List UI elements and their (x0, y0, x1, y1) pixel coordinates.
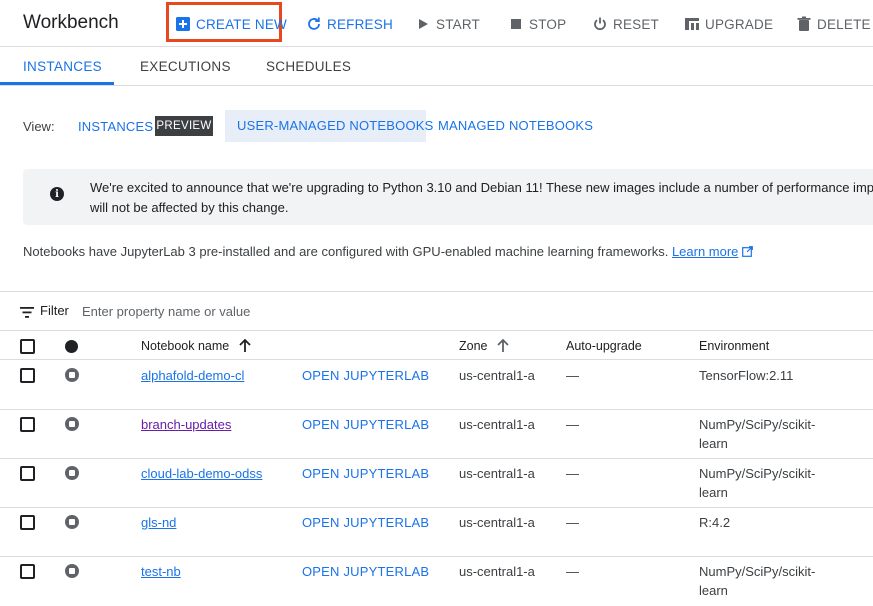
delete-label: DELETE (817, 16, 871, 32)
zone-cell: us-central1-a (459, 368, 535, 383)
info-text: Notebooks have JupyterLab 3 pre-installe… (23, 244, 669, 259)
tab-bar (0, 47, 873, 86)
banner-line-2: will not be affected by this change. (90, 200, 289, 215)
zone-cell: us-central1-a (459, 564, 535, 579)
learn-more-link[interactable]: Learn more (672, 244, 738, 259)
open-jupyterlab-button[interactable]: OPEN JUPYTERLAB (302, 366, 429, 385)
view-user-managed-button[interactable]: USER-MANAGED NOTEBOOKS (237, 118, 434, 133)
refresh-label: REFRESH (327, 16, 393, 32)
open-jupyterlab-button[interactable]: OPEN JUPYTERLAB (302, 415, 429, 434)
row-checkbox[interactable] (20, 564, 35, 579)
stop-label: STOP (529, 16, 567, 32)
open-jupyterlab-button[interactable]: OPEN JUPYTERLAB (302, 513, 429, 532)
tab-schedules[interactable]: SCHEDULES (266, 59, 351, 74)
row-checkbox[interactable] (20, 368, 35, 383)
auto-upgrade-cell: — (566, 564, 579, 579)
zone-cell: us-central1-a (459, 417, 535, 432)
environment-cell: NumPy/SciPy/scikit-learn (699, 466, 816, 500)
create-new-label: CREATE NEW (196, 16, 288, 32)
view-instances-button[interactable]: INSTANCES (78, 119, 153, 134)
open-jupyterlab-button[interactable]: OPEN JUPYTERLAB (302, 562, 429, 581)
auto-upgrade-cell: — (566, 417, 579, 432)
reset-label: RESET (613, 16, 660, 32)
power-icon (592, 16, 608, 32)
stopped-status-icon (65, 515, 79, 529)
stopped-status-icon (65, 564, 79, 578)
environment-cell: TensorFlow:2.11 (699, 368, 794, 383)
info-icon: i (50, 187, 64, 201)
view-managed-button[interactable]: MANAGED NOTEBOOKS (438, 118, 593, 133)
stopped-status-icon (65, 466, 79, 480)
notebook-name-link[interactable]: branch-updates (141, 417, 231, 432)
select-all-checkbox[interactable] (20, 339, 35, 354)
table-row: alphafold-demo-cl OPEN JUPYTERLAB us-cen… (0, 360, 873, 410)
trash-icon (796, 16, 812, 32)
notebook-name-link[interactable]: gls-nd (141, 515, 176, 530)
view-label: View: (23, 119, 55, 134)
table-row: gls-nd OPEN JUPYTERLAB us-central1-a — R… (0, 508, 873, 557)
column-environment[interactable]: Environment (699, 339, 769, 353)
open-jupyterlab-button[interactable]: OPEN JUPYTERLAB (302, 464, 429, 483)
filter-input[interactable] (82, 302, 382, 320)
sort-arrow-up-icon (497, 338, 509, 355)
filter-label: Filter (40, 303, 69, 318)
row-checkbox[interactable] (20, 417, 35, 432)
row-checkbox[interactable] (20, 466, 35, 481)
create-new-button[interactable]: CREATE NEW (175, 15, 287, 33)
column-zone-label: Zone (459, 339, 488, 353)
table-row: test-nb OPEN JUPYTERLAB us-central1-a — … (0, 557, 873, 606)
environment-cell: NumPy/SciPy/scikit-learn (699, 564, 816, 598)
info-line: Notebooks have JupyterLab 3 pre-installe… (23, 244, 753, 260)
column-notebook-name-label: Notebook name (141, 339, 230, 353)
reset-button[interactable]: RESET (592, 15, 659, 33)
banner-text: We're excited to announce that we're upg… (90, 178, 873, 218)
banner-line-1: We're excited to announce that we're upg… (90, 180, 873, 195)
upgrade-button[interactable]: UPGRADE (684, 15, 773, 33)
table-row: cloud-lab-demo-odss OPEN JUPYTERLAB us-c… (0, 459, 873, 508)
add-box-icon (175, 16, 191, 32)
zone-cell: us-central1-a (459, 515, 535, 530)
status-column-icon (65, 340, 78, 353)
play-icon (415, 16, 431, 32)
stopped-status-icon (65, 368, 79, 382)
column-auto-upgrade[interactable]: Auto-upgrade (566, 339, 642, 353)
tab-instances[interactable]: INSTANCES (23, 59, 102, 74)
notebook-name-link[interactable]: alphafold-demo-cl (141, 368, 244, 383)
column-zone[interactable]: Zone (459, 338, 509, 355)
zone-cell: us-central1-a (459, 466, 535, 481)
environment-cell: R:4.2 (699, 515, 731, 530)
environment-cell: NumPy/SciPy/scikit-learn (699, 417, 816, 451)
auto-upgrade-cell: — (566, 466, 579, 481)
delete-button[interactable]: DELETE (796, 15, 871, 33)
external-link-icon (742, 245, 753, 260)
column-notebook-name[interactable]: Notebook name (141, 338, 251, 355)
upgrade-label: UPGRADE (705, 16, 774, 32)
upgrade-icon (684, 16, 700, 32)
filter-icon[interactable] (20, 305, 34, 323)
stop-button[interactable]: STOP (508, 15, 566, 33)
refresh-button[interactable]: REFRESH (306, 15, 393, 33)
start-button[interactable]: START (415, 15, 480, 33)
tab-executions[interactable]: EXECUTIONS (140, 59, 231, 74)
stopped-status-icon (65, 417, 79, 431)
stop-icon (508, 16, 524, 32)
row-checkbox[interactable] (20, 515, 35, 530)
notebook-name-link[interactable]: cloud-lab-demo-odss (141, 466, 262, 481)
table-row: branch-updates OPEN JUPYTERLAB us-centra… (0, 410, 873, 459)
refresh-icon (306, 16, 322, 32)
auto-upgrade-cell: — (566, 515, 579, 530)
start-label: START (436, 16, 481, 32)
preview-badge: PREVIEW (155, 116, 213, 136)
sort-arrow-up-icon (239, 338, 251, 355)
notebook-name-link[interactable]: test-nb (141, 564, 181, 579)
active-tab-indicator (0, 82, 114, 85)
auto-upgrade-cell: — (566, 368, 579, 383)
page-title: Workbench (23, 12, 119, 33)
